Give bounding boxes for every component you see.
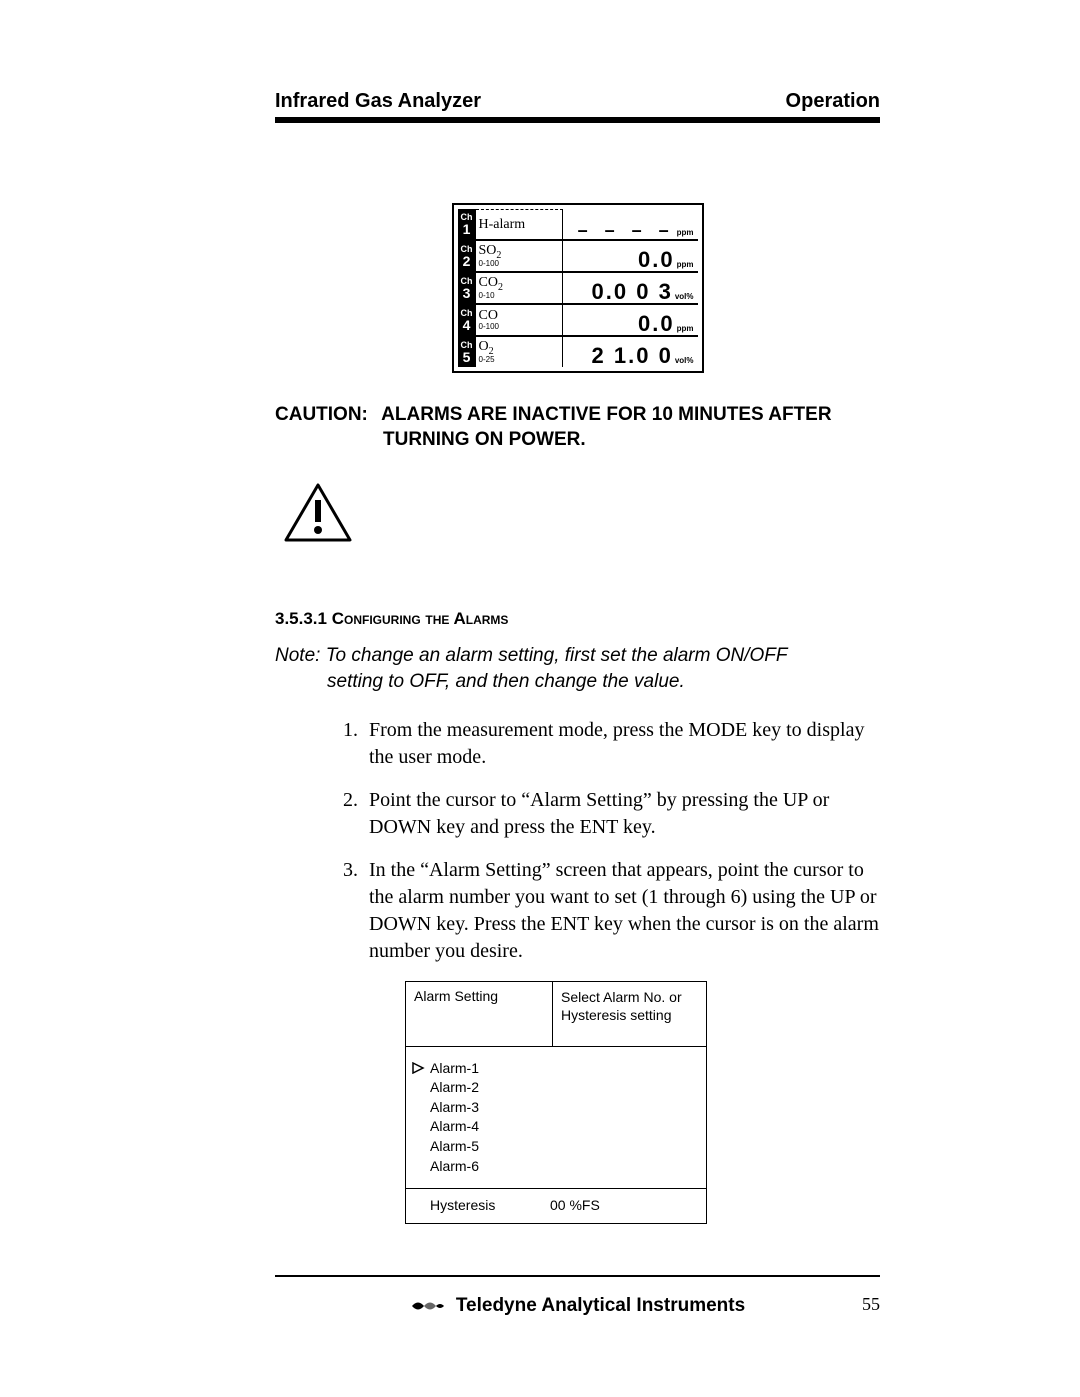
footer-rule	[275, 1275, 880, 1277]
alarm-item-label: Alarm-5	[430, 1137, 479, 1157]
brand-logo-icon	[410, 1297, 446, 1315]
channel-label: O20-25	[476, 337, 563, 367]
alarm-item: Alarm-6	[430, 1157, 698, 1177]
channel-value: 2 1.0 0vol%	[563, 337, 698, 367]
page-header: Infrared Gas Analyzer Operation	[275, 90, 880, 113]
alarm-item: Alarm-4	[430, 1117, 698, 1137]
hysteresis-value: 00 %FS	[550, 1197, 600, 1213]
caution-text: CAUTION: ALARMS ARE INACTIVE FOR 10 MINU…	[275, 403, 880, 452]
alarm-screen-title: Alarm Setting	[406, 982, 553, 1046]
footer-brand: Teledyne Analytical Instruments	[456, 1295, 745, 1317]
alarm-setting-screen: Alarm Setting Select Alarm No. or Hyster…	[405, 981, 707, 1225]
section-title: Configuring the Alarms	[332, 609, 509, 628]
hysteresis-label: Hysteresis	[430, 1197, 550, 1213]
alarm-hint-1: Select Alarm No. or	[561, 988, 698, 1006]
channel-value: – – – –ppm	[563, 209, 698, 239]
alarm-item: Alarm-3	[430, 1098, 698, 1118]
page-number: 55	[862, 1294, 880, 1315]
alarm-item-label: Alarm-1	[430, 1059, 479, 1079]
channel-label: SO20-100	[476, 241, 563, 271]
alarm-item-label: Alarm-4	[430, 1117, 479, 1137]
cursor-icon	[412, 1062, 426, 1074]
header-rule	[275, 117, 880, 123]
step-item: From the measurement mode, press the MOD…	[363, 717, 880, 771]
header-left: Infrared Gas Analyzer	[275, 90, 481, 113]
steps-list: From the measurement mode, press the MOD…	[363, 717, 880, 965]
caution-block: CAUTION: ALARMS ARE INACTIVE FOR 10 MINU…	[275, 403, 880, 452]
alarm-screen-hint: Select Alarm No. or Hysteresis setting	[553, 982, 706, 1046]
caution-label: CAUTION:	[275, 404, 368, 425]
lcd-row: Ch3CO20-100.0 0 3vol%	[458, 273, 698, 305]
alarm-item-label: Alarm-6	[430, 1157, 479, 1177]
lcd-row: Ch4CO0-1000.0ppm	[458, 305, 698, 337]
channel-value: 0.0ppm	[563, 241, 698, 271]
footer: Teledyne Analytical Instruments	[275, 1295, 880, 1317]
page: Infrared Gas Analyzer Operation Ch1H-ala…	[0, 0, 1080, 1397]
channel-badge: Ch5	[458, 337, 476, 367]
channel-badge: Ch2	[458, 241, 476, 271]
note: Note: To change an alarm setting, first …	[275, 643, 880, 694]
header-right: Operation	[786, 90, 880, 113]
alarm-screen-header: Alarm Setting Select Alarm No. or Hyster…	[406, 982, 706, 1047]
note-line1: Note: To change an alarm setting, first …	[275, 643, 880, 669]
channel-label: CO20-10	[476, 273, 563, 303]
alarm-item: Alarm-1	[430, 1059, 698, 1079]
alarm-item: Alarm-2	[430, 1078, 698, 1098]
caution-body-a: ALARMS ARE INACTIVE FOR 10 MINUTES AFTER	[381, 404, 831, 425]
step-item: In the “Alarm Setting” screen that appea…	[363, 857, 880, 965]
caution-body-b: TURNING ON POWER.	[383, 428, 880, 453]
lcd-row: Ch1H-alarm– – – –ppm	[458, 209, 698, 241]
alarm-hysteresis-row: Hysteresis 00 %FS	[406, 1189, 706, 1223]
warning-icon	[283, 482, 880, 549]
alarm-item: Alarm-5	[430, 1137, 698, 1157]
alarm-item-label: Alarm-3	[430, 1098, 479, 1118]
channel-value: 0.0ppm	[563, 305, 698, 335]
lcd-row: Ch5O20-252 1.0 0vol%	[458, 337, 698, 367]
channel-badge: Ch3	[458, 273, 476, 303]
channel-label: CO0-100	[476, 305, 563, 335]
lcd-row: Ch2SO20-1000.0ppm	[458, 241, 698, 273]
channel-badge: Ch4	[458, 305, 476, 335]
lcd-display: Ch1H-alarm– – – –ppmCh2SO20-1000.0ppmCh3…	[452, 203, 704, 373]
section-number: 3.5.3.1	[275, 609, 327, 628]
alarm-hint-2: Hysteresis setting	[561, 1006, 698, 1024]
channel-value: 0.0 0 3vol%	[563, 273, 698, 303]
note-line2: setting to OFF, and then change the valu…	[327, 669, 880, 695]
alarm-item-label: Alarm-2	[430, 1078, 479, 1098]
alarm-list: Alarm-1Alarm-2Alarm-3Alarm-4Alarm-5Alarm…	[406, 1047, 706, 1190]
channel-label: H-alarm	[476, 209, 563, 239]
step-item: Point the cursor to “Alarm Setting” by p…	[363, 787, 880, 841]
channel-badge: Ch1	[458, 209, 476, 239]
section-heading: 3.5.3.1 Configuring the Alarms	[275, 609, 880, 629]
